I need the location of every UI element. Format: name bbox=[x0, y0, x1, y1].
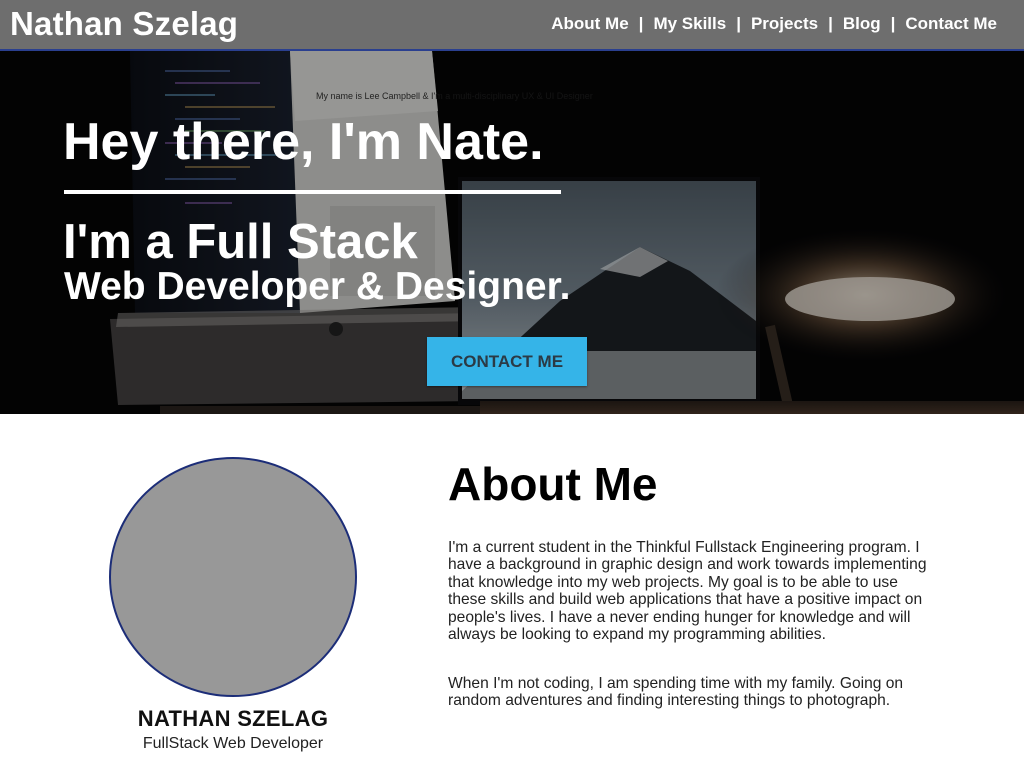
nav-contact-me[interactable]: Contact Me bbox=[905, 14, 997, 34]
nav-separator: | bbox=[890, 14, 896, 33]
nav-projects[interactable]: Projects bbox=[751, 14, 818, 34]
hero-title: Hey there, I'm Nate. bbox=[63, 113, 544, 171]
hero-section: My name is Lee Campbell & I'm a multi-di… bbox=[0, 51, 1024, 414]
profile-name: NATHAN SZELAG bbox=[137, 706, 329, 731]
hero-headline: I'm a Full Stack bbox=[63, 215, 418, 269]
nav-blog[interactable]: Blog bbox=[843, 14, 881, 34]
about-heading: About Me bbox=[448, 458, 658, 510]
nav-my-skills[interactable]: My Skills bbox=[653, 14, 726, 34]
main-nav: About Me | My Skills | Projects | Blog |… bbox=[551, 14, 997, 34]
nav-about-me[interactable]: About Me bbox=[551, 14, 628, 34]
nav-separator: | bbox=[828, 14, 833, 33]
nav-separator: | bbox=[736, 14, 741, 33]
profile-role: FullStack Web Developer bbox=[142, 735, 324, 752]
hero-divider bbox=[64, 190, 561, 194]
profile-avatar bbox=[109, 457, 357, 697]
about-paragraph: When I'm not coding, I am spending time … bbox=[448, 675, 904, 710]
site-header: Nathan Szelag About Me | My Skills | Pro… bbox=[0, 0, 1024, 51]
nav-separator: | bbox=[638, 14, 644, 33]
about-paragraph: I'm a current student in the Thinkful Fu… bbox=[448, 539, 927, 644]
contact-me-button[interactable]: CONTACT ME bbox=[427, 337, 587, 386]
site-name[interactable]: Nathan Szelag bbox=[10, 5, 238, 43]
hero-subheadline: Web Developer & Designer. bbox=[64, 265, 571, 308]
